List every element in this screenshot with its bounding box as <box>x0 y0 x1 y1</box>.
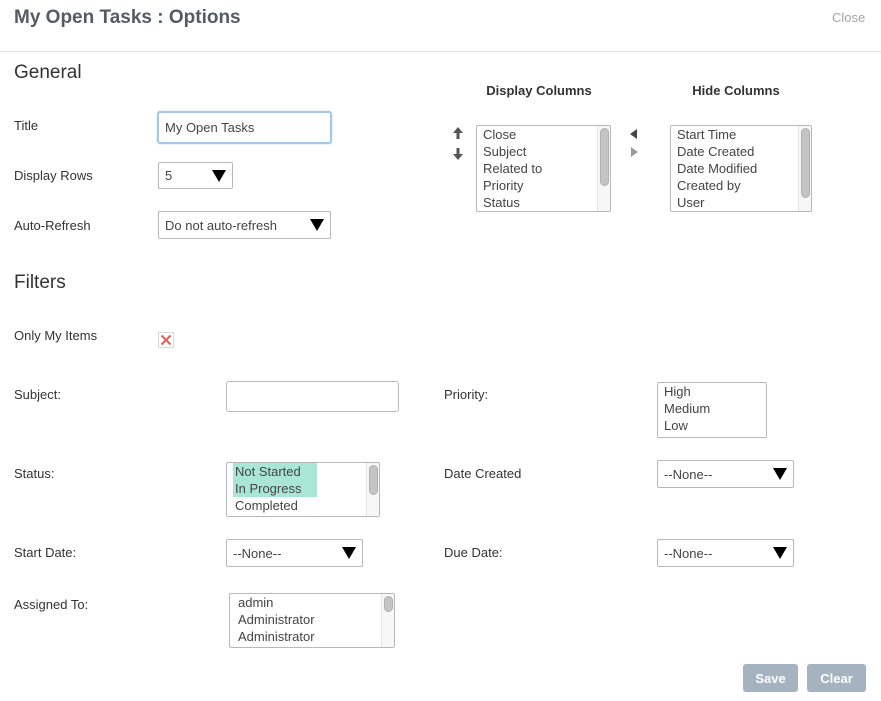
checkmark-x-icon <box>160 334 172 346</box>
list-item[interactable]: Administrator <box>230 628 380 645</box>
scrollbar[interactable] <box>366 463 379 516</box>
list-item[interactable]: High <box>658 383 766 400</box>
display-columns-list[interactable]: Close Subject Related to Priority Status <box>476 125 611 212</box>
start-date-value: --None-- <box>233 545 282 561</box>
list-item[interactable]: Related to <box>477 160 596 177</box>
display-rows-select[interactable]: 5 <box>158 162 233 189</box>
header-divider <box>0 51 881 52</box>
list-item-selected[interactable]: Not Started <box>233 463 317 480</box>
date-created-select[interactable]: --None-- <box>657 460 794 488</box>
list-item[interactable]: Completed <box>227 497 365 514</box>
scrollbar-thumb[interactable] <box>600 128 609 186</box>
start-date-select[interactable]: --None-- <box>226 539 363 567</box>
hide-columns-heading: Hide Columns <box>692 83 780 98</box>
chevron-down-icon <box>212 169 226 182</box>
list-item[interactable]: Low <box>658 417 766 434</box>
filters-heading: Filters <box>14 272 66 293</box>
title-label: Title <box>14 118 39 133</box>
move-right-icon[interactable] <box>627 145 641 159</box>
scrollbar-thumb[interactable] <box>384 596 393 612</box>
list-item[interactable]: Date Modified <box>671 160 797 177</box>
list-item[interactable]: Date Created <box>671 143 797 160</box>
auto-refresh-label: Auto-Refresh <box>14 218 91 233</box>
hide-columns-list[interactable]: Start Time Date Created Date Modified Cr… <box>670 125 812 212</box>
dialog-title: My Open Tasks : Options <box>14 7 241 28</box>
due-date-label: Due Date: <box>444 545 503 560</box>
display-rows-value: 5 <box>165 168 173 183</box>
priority-list[interactable]: High Medium Low <box>657 382 767 438</box>
list-item[interactable]: Start Time <box>671 126 797 143</box>
subject-input[interactable] <box>226 381 399 412</box>
date-created-value: --None-- <box>664 466 713 482</box>
chevron-down-icon <box>773 547 787 559</box>
assigned-to-list[interactable]: admin Administrator Administrator <box>229 593 395 648</box>
priority-label: Priority: <box>444 387 489 402</box>
list-item[interactable]: Close <box>477 126 596 143</box>
list-item[interactable]: Subject <box>477 143 596 160</box>
due-date-value: --None-- <box>664 545 713 561</box>
date-created-label: Date Created <box>444 466 522 481</box>
close-link[interactable]: Close <box>832 10 865 25</box>
list-item[interactable]: User <box>671 194 797 211</box>
start-date-label: Start Date: <box>14 545 77 560</box>
title-input[interactable] <box>157 111 332 144</box>
auto-refresh-select[interactable]: Do not auto-refresh <box>158 211 331 239</box>
display-columns-heading: Display Columns <box>486 83 592 98</box>
list-item-selected[interactable]: In Progress <box>233 480 317 497</box>
move-up-icon[interactable] <box>451 126 465 140</box>
chevron-down-icon <box>310 219 324 231</box>
display-rows-label: Display Rows <box>14 168 93 183</box>
scrollbar[interactable] <box>597 126 610 211</box>
clear-button[interactable]: Clear <box>807 664 866 692</box>
list-item[interactable]: admin <box>230 594 380 611</box>
move-left-icon[interactable] <box>627 127 641 141</box>
save-button[interactable]: Save <box>743 664 798 692</box>
assigned-to-label: Assigned To: <box>14 597 89 612</box>
list-item[interactable]: Priority <box>477 177 596 194</box>
status-list[interactable]: Not Started In Progress Completed <box>226 462 380 517</box>
chevron-down-icon <box>773 468 787 480</box>
list-item[interactable]: Medium <box>658 400 766 417</box>
list-item[interactable]: Administrator <box>230 611 380 628</box>
move-down-icon[interactable] <box>451 147 465 161</box>
scrollbar[interactable] <box>798 126 811 211</box>
scrollbar-thumb[interactable] <box>801 128 810 198</box>
scrollbar-thumb[interactable] <box>369 465 378 495</box>
list-item[interactable]: Created by <box>671 177 797 194</box>
only-my-items-checkbox[interactable] <box>158 332 174 348</box>
due-date-select[interactable]: --None-- <box>657 539 794 567</box>
general-heading: General <box>14 62 82 83</box>
auto-refresh-value: Do not auto-refresh <box>165 217 278 233</box>
subject-label: Subject: <box>14 387 61 402</box>
chevron-down-icon <box>342 547 356 559</box>
scrollbar[interactable] <box>381 594 394 647</box>
status-label: Status: <box>14 466 55 481</box>
only-my-items-label: Only My Items <box>14 328 98 343</box>
list-item[interactable]: Status <box>477 194 596 211</box>
